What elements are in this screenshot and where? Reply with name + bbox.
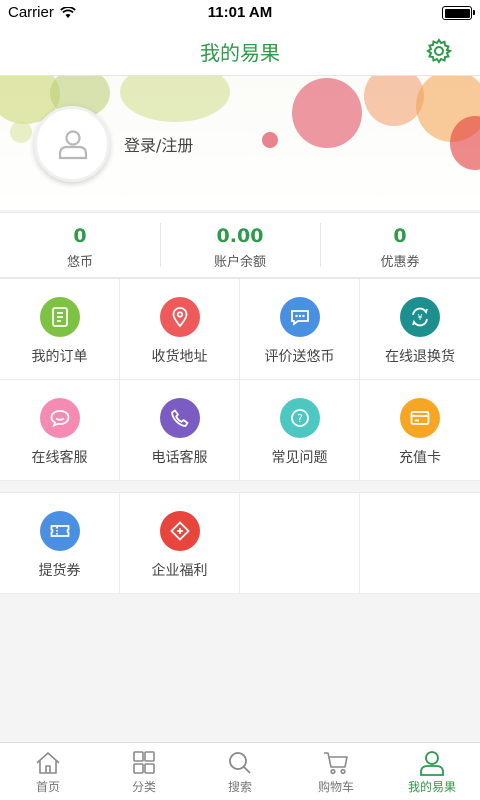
empty-cell [360,493,480,594]
menu-item-label: 企业福利 [151,563,208,579]
tab-profile[interactable]: 我的易果 [384,743,480,800]
menu-item-review[interactable]: 评价送悠币 [240,279,360,380]
profile-banner: 登录/注册 [0,76,480,210]
menu-item-phone-service[interactable]: 电话客服 [120,380,240,481]
menu-item-recharge-card[interactable]: 充值卡 [360,380,480,481]
search-icon [229,752,251,774]
stat-label: 悠币 [66,255,93,270]
account-stats: 0 悠币 0.00 账户余额 0 优惠券 [0,212,480,278]
stat-value: 0 [393,225,407,247]
gift-icon [159,511,200,551]
card-icon [400,398,440,438]
tab-label: 首页 [35,780,60,794]
menu-item-label: 常见问题 [271,450,328,466]
extra-grid: 提货券 企业福利 [0,492,480,594]
nav-bar: 我的易果 [0,26,480,76]
menu-item-orders[interactable]: 我的订单 [0,279,120,380]
stat-value: 0.00 [216,225,264,247]
tab-bar: 首页 分类 搜索 购物车 我的易果 [0,742,480,800]
login-register-link[interactable]: 登录/注册 [124,132,193,156]
home-icon [36,752,60,774]
stat-coins[interactable]: 0 悠币 [0,213,160,277]
svg-text:?: ? [297,412,303,425]
avatar[interactable] [34,106,110,182]
service-grid: 我的订单 收货地址 评价送悠币 ¥ 在线退换货 在线客服 电话客服 ? 常见问题 [0,278,480,481]
user-icon [58,130,88,160]
menu-item-exchange[interactable]: ¥ 在线退换货 [360,279,480,380]
fruit-decoration [120,76,230,122]
status-time: 11:01 AM [207,4,273,21]
tab-label: 搜索 [227,780,252,794]
comment-icon [279,297,320,337]
tab-category[interactable]: 分类 [96,743,192,800]
tab-home[interactable]: 首页 [0,743,96,800]
menu-item-label: 提货券 [38,563,81,579]
order-icon [39,297,80,337]
fruit-decoration [364,76,424,126]
stat-balance[interactable]: 0.00 账户余额 [160,213,320,277]
phone-icon [159,398,200,438]
ticket-icon [39,511,80,551]
location-icon [159,297,200,337]
fruit-decoration [10,121,32,143]
menu-item-label: 收货地址 [151,349,208,365]
menu-item-address[interactable]: 收货地址 [120,279,240,380]
cart-icon [324,752,348,775]
stat-label: 优惠券 [380,255,420,270]
gear-icon[interactable] [426,38,452,64]
menu-item-label: 评价送悠币 [264,349,335,365]
menu-item-pickup-voucher[interactable]: 提货券 [0,493,120,594]
menu-item-corporate-benefits[interactable]: 企业福利 [120,493,240,594]
tab-search[interactable]: 搜索 [192,743,288,800]
tab-label: 我的易果 [407,780,456,794]
tab-label: 购物车 [317,780,354,794]
svg-text:¥: ¥ [417,313,422,322]
menu-item-online-service[interactable]: 在线客服 [0,380,120,481]
menu-item-label: 在线退换货 [385,349,455,365]
fruit-decoration [262,132,278,148]
fruit-decoration [292,78,362,148]
status-bar: Carrier 11:01 AM [0,0,480,26]
profile-icon [420,751,444,776]
menu-item-faq[interactable]: ? 常见问题 [240,380,360,481]
menu-item-label: 在线客服 [31,450,88,466]
category-icon [133,751,155,774]
exchange-icon: ¥ [400,297,440,337]
stat-label: 账户余额 [213,255,266,270]
tab-cart[interactable]: 购物车 [288,743,384,800]
question-icon: ? [279,398,320,438]
menu-item-label: 我的订单 [31,349,88,365]
stat-value: 0 [73,225,87,247]
page-title: 我的易果 [200,41,280,65]
chat-icon [39,398,80,438]
stat-coupons[interactable]: 0 优惠券 [320,213,480,277]
menu-item-label: 电话客服 [151,450,208,466]
battery-icon [442,6,475,20]
tab-label: 分类 [131,780,156,794]
empty-cell [240,493,360,594]
menu-item-label: 充值卡 [399,450,441,466]
